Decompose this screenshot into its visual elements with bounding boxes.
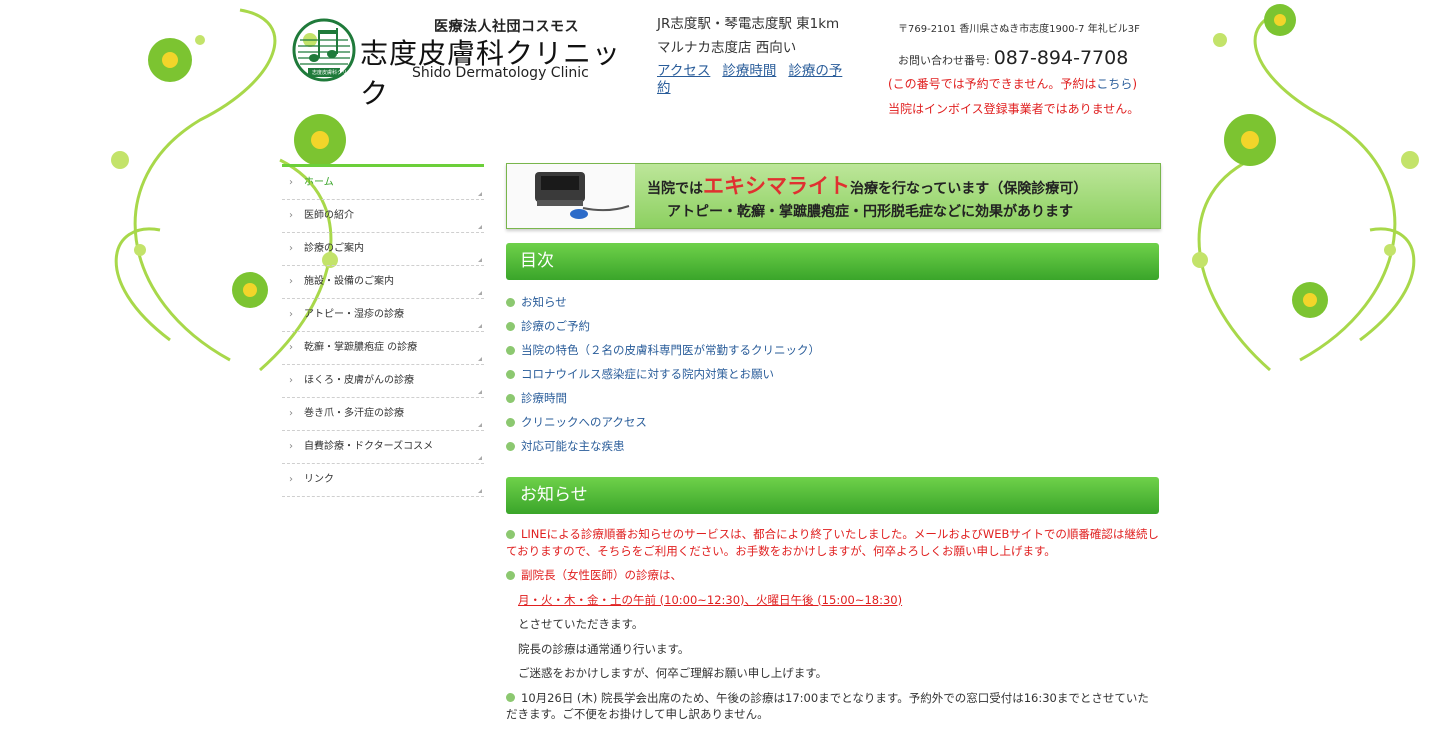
excimer-device-image <box>507 164 635 228</box>
bullet-icon <box>506 441 515 451</box>
phone-notice: (この番号では予約できません。予約はこちら) <box>888 75 1148 92</box>
sidebar-item-psoriasis[interactable]: 乾癬・掌蹠膿疱症 の診療 <box>282 332 484 365</box>
news-body: LINEによる診療順番お知らせのサービスは、都合により終了いたしました。メールお… <box>506 526 1159 723</box>
clinic-logo[interactable]: 志度皮膚科クリニック 医療法人社団コスモス 志度皮膚科クリニック Shido D… <box>292 16 637 110</box>
logo-label: 志度皮膚科クリニック <box>312 70 363 76</box>
access-link[interactable]: アクセス <box>657 63 710 79</box>
news-item: 10月26日 (木) 院長学会出席のため、午後の診療は17:00までとなります。… <box>506 690 1159 723</box>
hours-link[interactable]: 診療時間 <box>722 63 776 79</box>
toc-item[interactable]: 対応可能な主な疾患 <box>506 434 1159 458</box>
reservation-here-link[interactable]: こちら <box>1096 77 1132 91</box>
news-item: LINEによる診療順番お知らせのサービスは、都合により終了いたしました。メールお… <box>506 526 1159 559</box>
sidebar-item-facilities[interactable]: 施設・設備のご案内 <box>282 266 484 299</box>
access-line-1: JR志度駅・琴電志度駅 東1km <box>657 16 840 32</box>
toc-item-label: 診療のご予約 <box>521 319 590 333</box>
sidebar-item-treatments[interactable]: 診療のご案内 <box>282 233 484 266</box>
sidebar-item-cosmetics[interactable]: 自費診療・ドクターズコスメ <box>282 431 484 464</box>
floral-decoration-right <box>1150 0 1440 380</box>
access-line-2: マルナカ志度店 西向い <box>657 40 797 56</box>
bullet-icon <box>506 369 515 379</box>
toc-item-label: お知らせ <box>521 295 567 309</box>
bullet-icon <box>506 570 515 580</box>
toc-list: お知らせ 診療のご予約 当院の特色（２名の皮膚科専門医が常勤するクリニック） コ… <box>506 290 1159 458</box>
toc-item-label: 当院の特色（２名の皮膚科専門医が常勤するクリニック） <box>521 343 820 357</box>
bullet-icon <box>506 529 515 539</box>
toc-item[interactable]: コロナウイルス感染症に対する院内対策とお願い <box>506 362 1159 386</box>
toc-item[interactable]: 当院の特色（２名の皮膚科専門医が常勤するクリニック） <box>506 338 1159 362</box>
banner-highlight: エキシマライト <box>703 174 850 198</box>
bullet-icon <box>506 417 515 427</box>
phone-notice-text: (この番号では予約できません。予約は <box>888 77 1097 91</box>
toc-item[interactable]: クリニックへのアクセス <box>506 410 1159 434</box>
news-heading: お知らせ <box>506 477 1159 514</box>
sidebar-nav: ホーム 医師の紹介 診療のご案内 施設・設備のご案内 アトピー・湿疹の診療 乾癬… <box>282 164 484 497</box>
main-content: 当院ではエキシマライト治療を行なっています（保険診療可） アトピー・乾癬・掌蹠膿… <box>506 163 1161 731</box>
banner-text-pre: 当院では <box>647 181 703 197</box>
toc-item-label: コロナウイルス感染症に対する院内対策とお願い <box>521 367 774 381</box>
toc-item-label: 対応可能な主な疾患 <box>521 439 625 453</box>
invoice-notice: 当院はインボイス登録事業者ではありません。 <box>888 102 1140 116</box>
news-text: とさせていただきます。 <box>518 617 644 631</box>
toc-item[interactable]: 診療のご予約 <box>506 314 1159 338</box>
phone-notice-suffix: ) <box>1132 77 1138 91</box>
contact-info: 〒769-2101 香川県さぬき市志度1900-7 年礼ビル3F お問い合わせ番… <box>888 20 1148 117</box>
sidebar-item-nails[interactable]: 巻き爪・多汗症の診療 <box>282 398 484 431</box>
toc-heading: 目次 <box>506 243 1159 280</box>
news-text: ご迷惑をおかけしますが、何卒ご理解お願い申し上げます。 <box>518 666 828 680</box>
news-text: 副院長（女性医師）の診療は、 <box>521 568 682 582</box>
toc-item[interactable]: 診療時間 <box>506 386 1159 410</box>
vice-director-schedule: 月・火・木・金・土の午前 (10:00~12:30)、火曜日午後 (15:00~… <box>518 592 903 607</box>
address: 〒769-2101 香川県さぬき市志度1900-7 年礼ビル3F <box>898 24 1140 35</box>
bullet-icon <box>506 297 515 307</box>
banner-text-post: 治療を行なっています（保険診療可） <box>850 181 1088 197</box>
news-text: LINEによる診療順番お知らせのサービスは、都合により終了いたしました。メールお… <box>506 527 1159 558</box>
news-text: 院長の診療は通常通り行います。 <box>518 641 690 656</box>
sidebar-item-home[interactable]: ホーム <box>282 167 484 200</box>
bullet-icon <box>506 693 515 702</box>
banner-subline: アトピー・乾癬・掌蹠膿疱症・円形脱毛症などに効果があります <box>667 204 1073 220</box>
phone-label: お問い合わせ番号: <box>898 54 990 67</box>
sidebar-item-links[interactable]: リンク <box>282 464 484 497</box>
clinic-name-en: Shido Dermatology Clinic <box>412 65 589 81</box>
phone-number[interactable]: 087-894-7708 <box>994 47 1129 69</box>
bullet-icon <box>506 321 515 331</box>
sidebar-item-atopy[interactable]: アトピー・湿疹の診療 <box>282 299 484 332</box>
toc-item-label: 診療時間 <box>521 391 567 405</box>
phone-row: お問い合わせ番号: 087-894-7708 <box>898 47 1148 69</box>
banner-headline: 当院ではエキシマライト治療を行なっています（保険診療可） <box>647 170 1087 200</box>
access-info: JR志度駅・琴電志度駅 東1km マルナカ志度店 西向い アクセス 診療時間 診療の… <box>657 12 857 97</box>
toc-item[interactable]: お知らせ <box>506 290 1159 314</box>
sidebar-item-doctors[interactable]: 医師の紹介 <box>282 200 484 233</box>
news-item: 副院長（女性医師）の診療は、 月・火・木・金・土の午前 (10:00~12:30… <box>506 567 1159 682</box>
bullet-icon <box>506 393 515 403</box>
bullet-icon <box>506 345 515 355</box>
toc-item-label: クリニックへのアクセス <box>521 415 647 429</box>
excimer-banner[interactable]: 当院ではエキシマライト治療を行なっています（保険診療可） アトピー・乾癬・掌蹠膿… <box>506 163 1161 229</box>
sidebar-item-moles[interactable]: ほくろ・皮膚がんの診療 <box>282 365 484 398</box>
news-text: 10月26日 (木) 院長学会出席のため、午後の診療は17:00までとなります。… <box>506 690 1149 722</box>
